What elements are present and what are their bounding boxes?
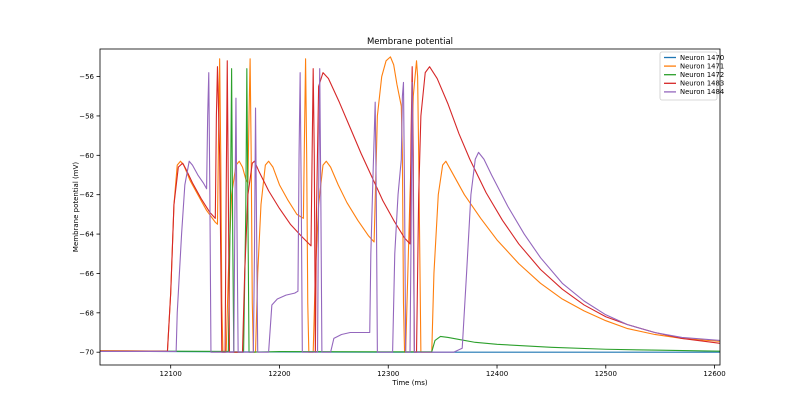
x-tick-label: 12500	[595, 370, 617, 378]
legend-label-neuron-1470: Neuron 1470	[680, 54, 724, 62]
y-tick-label: −62	[79, 191, 94, 199]
y-tick-label: −70	[79, 349, 94, 357]
y-tick-label: −64	[79, 231, 94, 239]
legend-label-neuron-1483: Neuron 1483	[680, 80, 724, 88]
x-tick-label: 12400	[486, 370, 508, 378]
x-tick-label: 12300	[377, 370, 399, 378]
y-tick-label: −66	[79, 270, 94, 278]
legend: Neuron 1470Neuron 1471Neuron 1472Neuron …	[659, 51, 724, 101]
y-tick-label: −58	[79, 112, 94, 120]
series-layer	[100, 56, 720, 353]
chart-canvas: Membrane potential Time (ms) Membrane po…	[72, 37, 726, 387]
x-tick-label: 12200	[268, 370, 290, 378]
x-tick-label: 12600	[703, 370, 725, 378]
y-tick-label: −60	[79, 152, 94, 160]
chart-title: Membrane potential	[367, 37, 453, 47]
membrane-potential-chart: Membrane potential Time (ms) Membrane po…	[0, 0, 800, 412]
x-tick-label: 12100	[160, 370, 182, 378]
x-axis-title: Time (ms)	[391, 379, 428, 387]
y-tick-label: −68	[79, 309, 94, 317]
y-tick-label: −56	[79, 73, 94, 81]
legend-label-neuron-1471: Neuron 1471	[680, 62, 724, 70]
legend-label-neuron-1484: Neuron 1484	[680, 88, 724, 96]
legend-label-neuron-1472: Neuron 1472	[680, 71, 724, 79]
